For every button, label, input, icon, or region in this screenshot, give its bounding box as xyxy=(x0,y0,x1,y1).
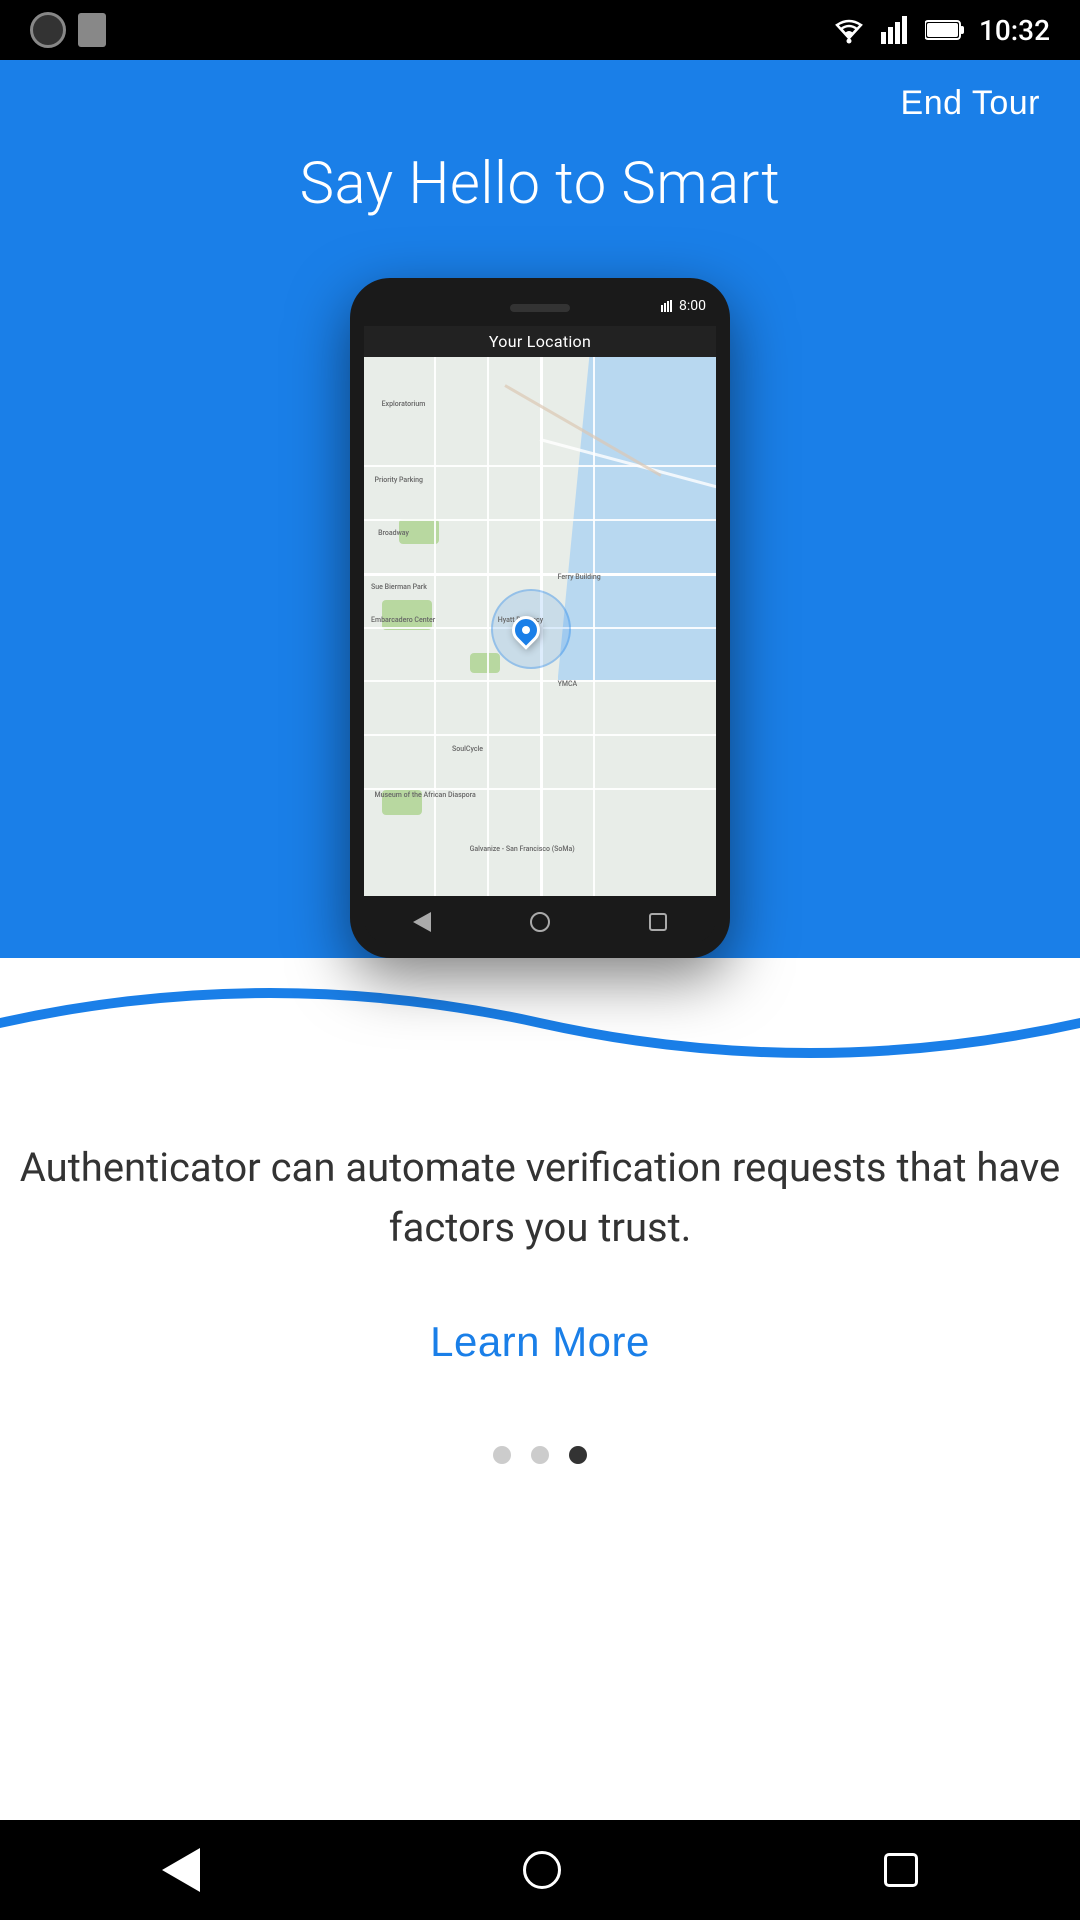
map-label-exploratorium: Exploratorium xyxy=(382,400,426,408)
phone-screen: Your Location xyxy=(364,326,716,896)
status-bar: 10:32 xyxy=(0,0,1080,60)
map-pin-inner xyxy=(522,626,530,634)
phone-nav-bar xyxy=(364,900,716,944)
map-label-museum: Museum of the African Diaspora xyxy=(375,791,476,799)
map-label-embarcadero: Embarcadero Center xyxy=(371,616,435,624)
sd-icon xyxy=(78,13,106,47)
map-park-2 xyxy=(382,600,432,630)
phone-back-button xyxy=(413,912,431,932)
phone-speaker xyxy=(510,304,570,312)
wave-transition xyxy=(0,958,1080,1078)
phone-home-button xyxy=(530,912,550,932)
map-pin-circle xyxy=(506,610,546,650)
map-label-priority: Priority Parking xyxy=(375,476,423,484)
status-right-icons: 10:32 xyxy=(831,14,1050,47)
system-home-button[interactable] xyxy=(523,1851,561,1889)
blue-section: End Tour Say Hello to Smart 8:00 xyxy=(0,60,1080,958)
system-recents-button[interactable] xyxy=(884,1853,918,1887)
road-v1 xyxy=(434,357,436,896)
signal-icon xyxy=(881,16,911,44)
map-park-3 xyxy=(470,653,500,673)
description-text: Authenticator can automate verification … xyxy=(0,1138,1080,1258)
wave-svg xyxy=(0,958,1080,1078)
dot-2[interactable] xyxy=(531,1446,549,1464)
bottom-nav-bar xyxy=(0,1820,1080,1920)
map-area: Exploratorium Priority Parking Broadway … xyxy=(364,357,716,896)
map-label-soulcycle: SoulCycle xyxy=(452,745,483,753)
dot-3-active[interactable] xyxy=(569,1446,587,1464)
status-left-icons xyxy=(30,12,106,48)
system-back-button[interactable] xyxy=(162,1848,200,1892)
wifi-icon xyxy=(831,16,867,44)
map-label-galvanize: Galvanize - San Francisco (SoMa) xyxy=(470,845,575,853)
phone-mockup: 8:00 Your Location xyxy=(350,278,730,958)
phone-recents-button xyxy=(649,913,667,931)
battery-icon xyxy=(925,19,965,41)
map-label-broadway: Broadway xyxy=(378,529,409,537)
camera-icon xyxy=(30,12,66,48)
map-label-ferry: Ferry Building xyxy=(558,573,601,581)
map-label-bierman: Sue Bierman Park xyxy=(371,583,427,591)
phone-time: 8:00 xyxy=(679,298,706,314)
bottom-section: Authenticator can automate verification … xyxy=(0,1078,1080,1920)
app-container: 10:32 End Tour Say Hello to Smart xyxy=(0,0,1080,1920)
time-display: 10:32 xyxy=(979,14,1050,47)
map-label-ymca: YMCA xyxy=(558,680,578,688)
map-location-pin xyxy=(512,616,540,644)
phone-status: 8:00 xyxy=(661,298,706,314)
end-tour-button[interactable]: End Tour xyxy=(901,84,1040,123)
dot-1[interactable] xyxy=(493,1446,511,1464)
learn-more-button[interactable]: Learn More xyxy=(430,1318,650,1366)
pagination-dots xyxy=(493,1446,587,1464)
phone-mockup-wrapper: 8:00 Your Location xyxy=(0,278,1080,958)
road-v2 xyxy=(487,357,489,896)
phone-top-bar: 8:00 xyxy=(364,294,716,322)
phone-screen-header: Your Location xyxy=(364,326,716,357)
